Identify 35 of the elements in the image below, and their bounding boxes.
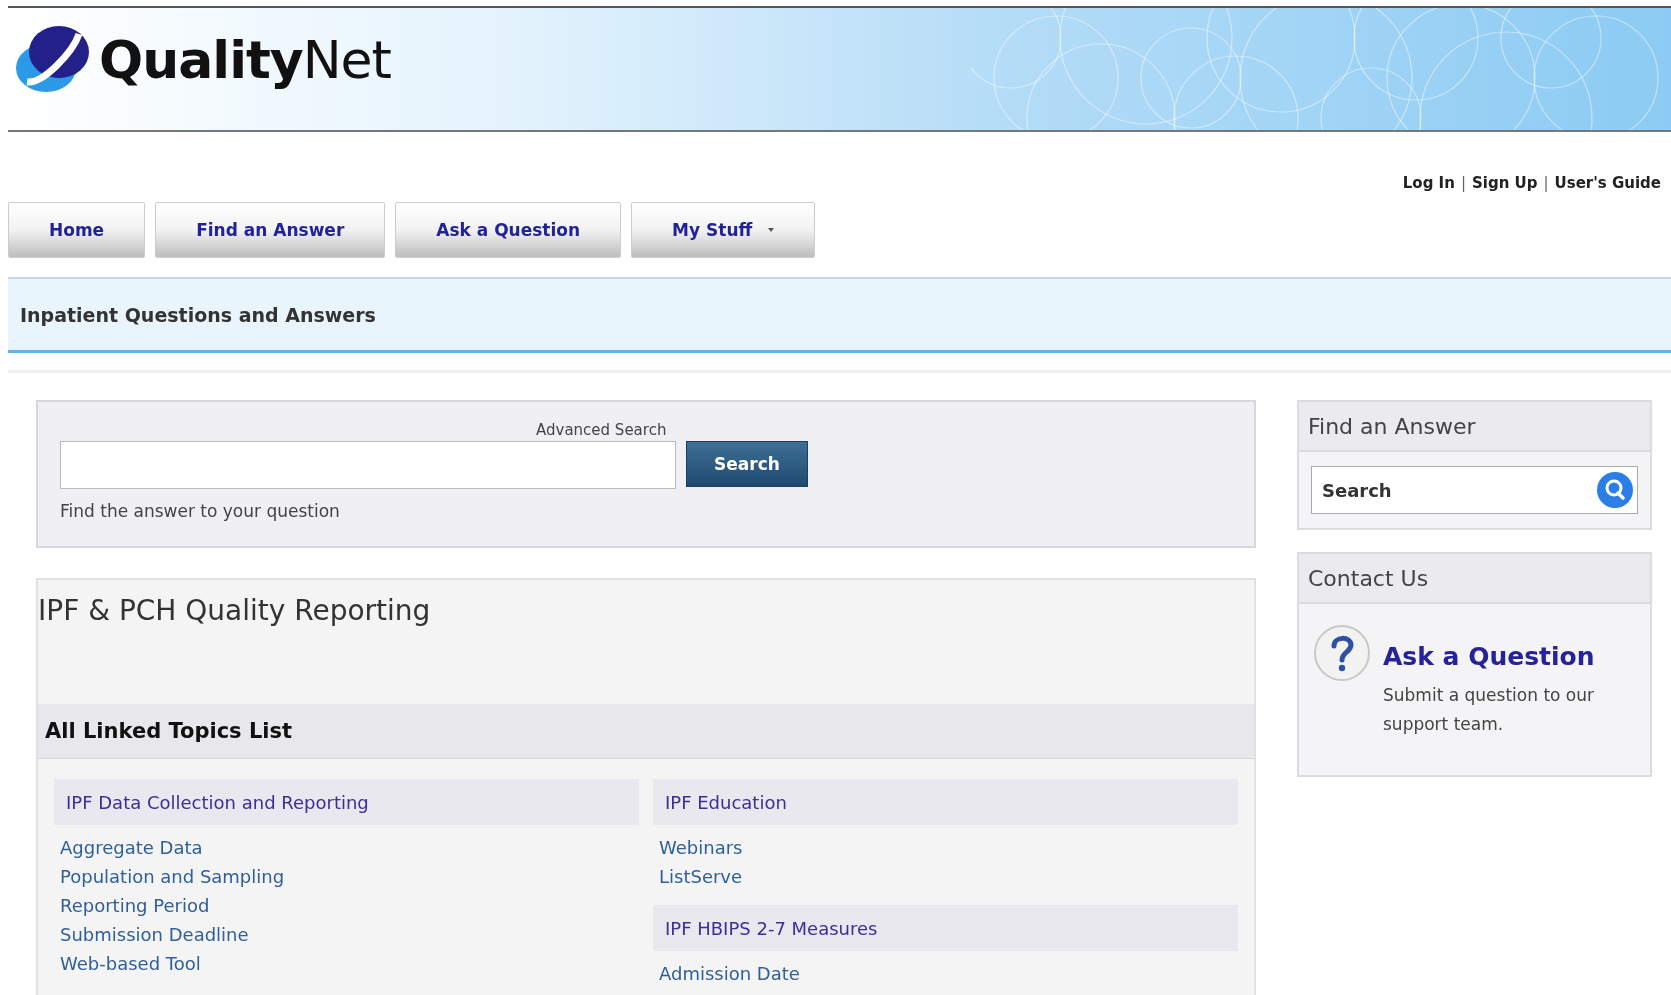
nav-tab[interactable]: Find an Answer: [155, 202, 386, 258]
help-icon: [1313, 624, 1371, 682]
topic-link[interactable]: Webinars: [659, 833, 743, 862]
topic-link[interactable]: Aggregate Data: [60, 833, 203, 862]
topic-link[interactable]: Submission Deadline: [60, 920, 249, 949]
topic-link[interactable]: ListServe: [659, 862, 743, 891]
topic-group-title: IPF Data Collection and Reporting: [66, 791, 369, 813]
site-logo-text[interactable]: QualityNet: [99, 30, 391, 90]
nav-tab[interactable]: My Stuff: [631, 202, 816, 258]
card-title: Contact Us: [1308, 565, 1429, 591]
search-hint: Find the answer to your question: [60, 501, 340, 521]
topic-group-title: IPF HBIPS 2-7 Measures: [665, 917, 878, 939]
header-link[interactable]: Sign Up: [1471, 174, 1538, 192]
header-link[interactable]: Log In: [1402, 174, 1455, 192]
card-title: Find an Answer: [1308, 413, 1476, 439]
topic-link[interactable]: Admission Date: [659, 959, 800, 988]
ask-question-link[interactable]: Ask a Question: [1383, 642, 1640, 671]
search-button[interactable]: Search: [686, 441, 808, 487]
topic-group-title: IPF Education: [665, 791, 787, 813]
contact-description: Submit a question to our support team.: [1383, 684, 1595, 736]
search-field[interactable]: [60, 441, 676, 489]
list-heading: All Linked Topics List: [45, 719, 293, 743]
header-link[interactable]: User's Guide: [1554, 174, 1661, 192]
topic-link[interactable]: Reporting Period: [60, 891, 210, 920]
link-separator: |: [1460, 174, 1466, 192]
search-icon[interactable]: [1597, 472, 1633, 508]
topic-link[interactable]: Web-based Tool: [60, 949, 201, 978]
advanced-search-label: Advanced Search: [536, 421, 667, 439]
page-title: Inpatient Questions and Answers: [20, 303, 376, 326]
nav-tab[interactable]: Home: [8, 202, 146, 258]
nav-tab[interactable]: Ask a Question: [395, 202, 622, 258]
link-separator: |: [1543, 174, 1549, 192]
section-title: IPF & PCH Quality Reporting: [38, 593, 432, 629]
topic-link[interactable]: Population and Sampling: [60, 862, 285, 891]
sidebar-search-field[interactable]: Search: [1311, 466, 1638, 514]
